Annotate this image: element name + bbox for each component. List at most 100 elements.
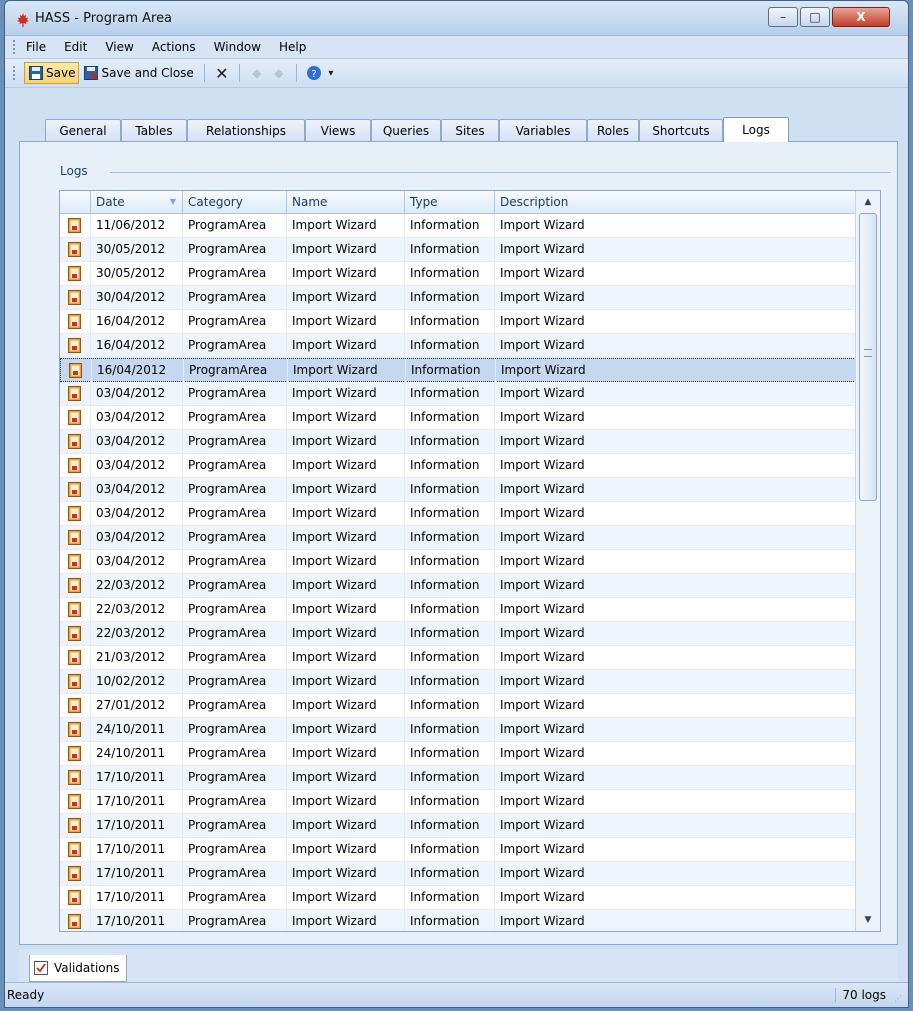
menu-grip[interactable] — [13, 40, 18, 54]
table-row[interactable]: 27/01/2012 ProgramArea Import Wizard Inform… — [60, 694, 856, 718]
logs-grid[interactable]: Date ▼ Category Name Type Description 11… — [59, 190, 881, 932]
log-entry-icon — [68, 506, 81, 521]
svg-text:?: ? — [311, 69, 316, 80]
cell-category: ProgramArea — [182, 838, 286, 861]
column-header-name[interactable]: Name — [286, 191, 404, 213]
cell-name: Import Wizard — [286, 886, 404, 909]
status-text: Ready — [7, 988, 45, 1002]
table-row[interactable]: 11/06/2012 ProgramArea Import Wizard Inform… — [60, 214, 856, 238]
cell-description: Import Wizard — [494, 718, 856, 741]
table-row[interactable]: 03/04/2012 ProgramArea Import Wizard Inform… — [60, 502, 856, 526]
table-row[interactable]: 24/10/2011 ProgramArea Import Wizard Inform… — [60, 718, 856, 742]
cell-date: 16/04/2012 — [91, 359, 183, 382]
table-row[interactable]: 17/10/2011 ProgramArea Import Wizard Inform… — [60, 814, 856, 838]
table-row[interactable]: 30/05/2012 ProgramArea Import Wizard Inform… — [60, 238, 856, 262]
help-button[interactable]: ? — [303, 62, 325, 84]
menu-file[interactable]: File — [24, 38, 48, 56]
cell-category: ProgramArea — [182, 670, 286, 693]
column-header-type[interactable]: Type — [404, 191, 494, 213]
cell-category: ProgramArea — [182, 718, 286, 741]
cell-date: 24/10/2011 — [90, 718, 182, 741]
table-row[interactable]: 03/04/2012 ProgramArea Import Wizard Inform… — [60, 478, 856, 502]
cell-category: ProgramArea — [182, 910, 286, 931]
save-and-close-button[interactable]: Save and Close — [79, 62, 197, 84]
table-row[interactable]: 17/10/2011 ProgramArea Import Wizard Inform… — [60, 910, 856, 931]
table-row[interactable]: 03/04/2012 ProgramArea Import Wizard Inform… — [60, 454, 856, 478]
table-row[interactable]: 17/10/2011 ProgramArea Import Wizard Inform… — [60, 790, 856, 814]
cell-date: 17/10/2011 — [90, 766, 182, 789]
cell-type: Information — [404, 382, 494, 405]
delete-button[interactable]: ✕ — [211, 62, 233, 84]
table-row[interactable]: 22/03/2012 ProgramArea Import Wizard Inform… — [60, 598, 856, 622]
close-button[interactable]: X — [832, 7, 890, 27]
table-row[interactable]: 03/04/2012 ProgramArea Import Wizard Inform… — [60, 526, 856, 550]
cell-description: Import Wizard — [494, 694, 856, 717]
column-header-date[interactable]: Date ▼ — [90, 191, 182, 213]
save-button[interactable]: Save — [24, 62, 80, 84]
table-row[interactable]: 17/10/2011 ProgramArea Import Wizard Inform… — [60, 766, 856, 790]
tab-roles[interactable]: Roles — [587, 119, 639, 141]
tab-queries[interactable]: Queries — [371, 119, 441, 141]
title-bar[interactable]: HASS - Program Area – □ X — [5, 1, 908, 36]
cell-name: Import Wizard — [286, 286, 404, 309]
menu-actions[interactable]: Actions — [150, 38, 198, 56]
table-row[interactable]: 22/03/2012 ProgramArea Import Wizard Inform… — [60, 622, 856, 646]
cell-category: ProgramArea — [182, 214, 286, 237]
column-header-description[interactable]: Description — [494, 191, 856, 213]
tab-variables[interactable]: Variables — [499, 119, 587, 141]
scroll-down-icon[interactable]: ▼ — [860, 912, 876, 928]
menu-window[interactable]: Window — [212, 38, 263, 56]
help-icon: ? — [306, 66, 321, 80]
cell-type: Information — [404, 502, 494, 525]
column-header-category[interactable]: Category — [182, 191, 286, 213]
table-row[interactable]: 16/04/2012 ProgramArea Import Wizard Inform… — [60, 334, 856, 358]
tab-logs[interactable]: Logs — [723, 117, 789, 142]
table-row[interactable]: 16/04/2012 ProgramArea Import Wizard Inform… — [60, 310, 856, 334]
toolbar-grip[interactable] — [13, 66, 18, 80]
toolbar-overflow-button[interactable]: ▾ — [325, 62, 337, 84]
table-row[interactable]: 17/10/2011 ProgramArea Import Wizard Inform… — [60, 862, 856, 886]
scroll-up-icon[interactable]: ▲ — [860, 194, 876, 210]
log-entry-icon — [68, 482, 81, 497]
menu-view[interactable]: View — [103, 38, 135, 56]
table-row[interactable]: 10/02/2012 ProgramArea Import Wizard Inform… — [60, 670, 856, 694]
table-row[interactable]: 03/04/2012 ProgramArea Import Wizard Inform… — [60, 430, 856, 454]
table-row[interactable]: 03/04/2012 ProgramArea Import Wizard Inform… — [60, 382, 856, 406]
move-up-button[interactable]: ◆ — [246, 62, 268, 84]
tab-views[interactable]: Views — [305, 119, 371, 141]
cell-description: Import Wizard — [494, 646, 856, 669]
cell-date: 17/10/2011 — [90, 814, 182, 837]
cell-category: ProgramArea — [182, 814, 286, 837]
cell-category: ProgramArea — [182, 310, 286, 333]
validations-tab[interactable]: Validations — [29, 955, 127, 982]
table-row[interactable]: 24/10/2011 ProgramArea Import Wizard Inform… — [60, 742, 856, 766]
table-row[interactable]: 17/10/2011 ProgramArea Import Wizard Inform… — [60, 886, 856, 910]
menu-edit[interactable]: Edit — [62, 38, 89, 56]
table-row[interactable]: 22/03/2012 ProgramArea Import Wizard Inform… — [60, 574, 856, 598]
log-entry-icon — [68, 338, 81, 353]
tab-general[interactable]: General — [45, 119, 121, 141]
cell-name: Import Wizard — [286, 622, 404, 645]
tab-shortcuts[interactable]: Shortcuts — [639, 119, 723, 141]
tab-tables[interactable]: Tables — [121, 119, 187, 141]
cell-description: Import Wizard — [494, 406, 856, 429]
cell-date: 27/01/2012 — [90, 694, 182, 717]
menu-help[interactable]: Help — [277, 38, 308, 56]
cell-description: Import Wizard — [494, 742, 856, 765]
resize-grip-icon[interactable]: ⋰ — [894, 994, 904, 1004]
cell-type: Information — [404, 262, 494, 285]
table-row[interactable]: 30/04/2012 ProgramArea Import Wizard Inform… — [60, 286, 856, 310]
scrollbar-thumb[interactable] — [859, 213, 877, 501]
maximize-button[interactable]: □ — [800, 7, 830, 27]
minimize-button[interactable]: – — [768, 7, 798, 27]
tab-relationships[interactable]: Relationships — [187, 119, 305, 141]
table-row[interactable]: 16/04/2012 ProgramArea Import Wizard Inform… — [60, 358, 856, 382]
move-down-button[interactable]: ◆ — [268, 62, 290, 84]
vertical-scrollbar[interactable]: ▲ ▼ — [855, 191, 880, 931]
tab-sites[interactable]: Sites — [441, 119, 499, 141]
table-row[interactable]: 03/04/2012 ProgramArea Import Wizard Inform… — [60, 550, 856, 574]
table-row[interactable]: 30/05/2012 ProgramArea Import Wizard Inform… — [60, 262, 856, 286]
table-row[interactable]: 21/03/2012 ProgramArea Import Wizard Inform… — [60, 646, 856, 670]
table-row[interactable]: 17/10/2011 ProgramArea Import Wizard Inform… — [60, 838, 856, 862]
table-row[interactable]: 03/04/2012 ProgramArea Import Wizard Inform… — [60, 406, 856, 430]
